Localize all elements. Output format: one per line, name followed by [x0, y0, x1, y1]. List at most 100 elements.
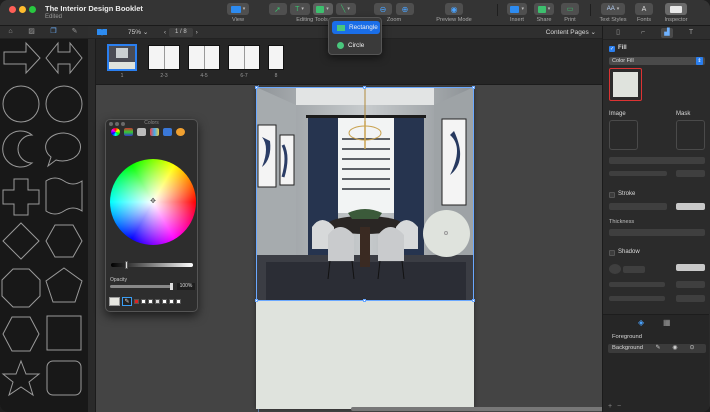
shape-tool-button[interactable]: ▾ [312, 3, 333, 15]
mask-well[interactable] [676, 120, 705, 150]
preview-mode-button[interactable]: ◉ [445, 3, 463, 15]
current-color-swatch[interactable] [109, 297, 120, 306]
swatch-red[interactable] [134, 299, 139, 304]
print-button[interactable]: ▭ [561, 3, 579, 15]
thickness-slider[interactable] [609, 229, 705, 236]
swatch-white[interactable] [162, 299, 167, 304]
grid-tab-icon[interactable]: ▦ [663, 319, 671, 327]
remove-layer-icon[interactable]: − [617, 403, 621, 410]
swatch-light-gray[interactable] [155, 299, 160, 304]
content-pages-dropdown[interactable]: Content Pages ⌄ [546, 28, 596, 36]
shape-center-handle[interactable] [444, 231, 448, 235]
style-inspector-icon[interactable]: ▟ [661, 28, 673, 38]
layout-inspector-icon[interactable]: ⌐ [637, 28, 649, 38]
shape-square[interactable] [46, 315, 82, 351]
pencils-tab-icon[interactable] [163, 128, 172, 136]
lock-icon[interactable]: ⊙ [689, 345, 695, 351]
fill-checkbox[interactable]: ✓ [609, 46, 615, 52]
previous-page-icon[interactable]: ‹ [164, 30, 166, 36]
color-sliders-tab-icon[interactable] [124, 128, 133, 136]
eye-icon[interactable]: ◉ [672, 345, 678, 351]
insert-button[interactable]: ▾ [507, 3, 527, 15]
stroke-color-well[interactable] [676, 203, 705, 210]
horizontal-scrollbar[interactable] [351, 407, 616, 411]
text-tool-button[interactable]: T ▾ [289, 3, 310, 15]
brightness-slider[interactable] [111, 261, 193, 269]
text-inspector-icon[interactable]: T [685, 28, 697, 38]
share-button[interactable]: ▾ [534, 3, 554, 15]
inspector-control[interactable]: Inspector [661, 3, 691, 23]
shadow-blur-slider[interactable] [609, 282, 665, 287]
layer-background[interactable]: Background ✎ ◉ ⊙ [608, 344, 706, 353]
select-tool-button[interactable]: ➚ [268, 3, 287, 15]
tab-home[interactable]: ⌂ [6, 28, 15, 36]
color-palettes-tab-icon[interactable] [137, 128, 146, 136]
swatch-white[interactable] [148, 299, 153, 304]
shape-octagon[interactable] [1, 268, 41, 308]
page-thumbnail-2-3[interactable] [148, 45, 180, 70]
shape-rounded-square[interactable] [46, 360, 82, 396]
brightness-slider-knob[interactable] [125, 261, 128, 269]
color-wheel-pointer-icon[interactable]: ✥ [150, 198, 156, 205]
preview-mode-control[interactable]: ◉ Preview Mode [434, 3, 474, 23]
inspector-button[interactable] [665, 3, 687, 15]
share-control[interactable]: ▾ Share [532, 3, 556, 23]
document-inspector-icon[interactable]: ▯ [612, 28, 624, 38]
shadow-offset-field[interactable] [676, 295, 705, 302]
tab-shapes[interactable]: ❐ [49, 28, 58, 36]
stroke-checkbox[interactable] [609, 192, 615, 198]
shape-speech-bubble[interactable] [45, 132, 82, 168]
window-zoom-button[interactable] [29, 6, 36, 13]
zoom-out-button[interactable]: ⊖ [374, 3, 392, 15]
shape-arrow-right[interactable] [3, 41, 41, 75]
fill-color-well[interactable] [609, 68, 642, 101]
image-opacity-slider[interactable] [609, 171, 667, 176]
view-control[interactable]: ▾ View [225, 3, 251, 23]
stroke-style-dropdown[interactable] [609, 203, 667, 210]
book-icon[interactable] [96, 28, 108, 37]
shadow-blur-field[interactable] [676, 281, 705, 288]
shape-menu-item-circle[interactable]: Circle [332, 39, 380, 52]
image-palettes-tab-icon[interactable] [150, 128, 159, 136]
swatch-white[interactable] [176, 299, 181, 304]
swatch-white[interactable] [169, 299, 174, 304]
text-styles-button[interactable]: AA ▾ [601, 3, 625, 15]
shape-hexagon-flat[interactable] [2, 316, 40, 352]
page-thumbnail-4-5[interactable] [188, 45, 220, 70]
print-control[interactable]: ▭ Print [559, 3, 581, 23]
image-opacity-field[interactable] [676, 170, 705, 177]
add-layer-icon[interactable]: + [608, 403, 612, 410]
fonts-control[interactable]: A Fonts [633, 3, 655, 23]
tab-favorites[interactable]: ✎ [70, 28, 79, 36]
shadow-checkbox[interactable] [609, 250, 615, 256]
tab-images[interactable]: ▨ [27, 28, 36, 36]
zoom-dropdown[interactable]: 75% ⌄ [128, 28, 148, 36]
layers-tab-icon[interactable]: ◈ [638, 319, 646, 327]
shape-arrow-double[interactable] [45, 41, 83, 75]
shadow-offset-slider[interactable] [609, 296, 665, 301]
line-tool-button[interactable]: ╲ ▾ [335, 3, 356, 15]
crayons-tab-icon[interactable] [176, 128, 185, 136]
page-thumbnail-1[interactable] [108, 45, 136, 70]
window-close-button[interactable] [9, 6, 16, 13]
shape-crescent[interactable] [2, 130, 34, 168]
pencil-icon[interactable]: ✎ [655, 345, 661, 351]
page-thumbnail-6-7[interactable] [228, 45, 260, 70]
fill-type-dropdown[interactable]: Color Fill ⇕ [609, 57, 705, 65]
page-thumbnail-8[interactable] [268, 45, 284, 70]
shape-circle[interactable] [2, 85, 40, 123]
shadow-angle-field[interactable] [623, 266, 645, 273]
next-page-icon[interactable]: › [196, 30, 198, 36]
text-styles-control[interactable]: AA ▾ Text Styles [598, 3, 628, 23]
color-wheel-tab-icon[interactable] [111, 128, 120, 136]
shape-pentagon[interactable] [45, 267, 83, 303]
window-minimize-button[interactable] [19, 6, 26, 13]
image-well[interactable] [609, 120, 638, 150]
opacity-value-field[interactable]: 100% [177, 283, 195, 290]
circle-shape[interactable] [423, 210, 470, 257]
shape-circle-alt[interactable] [45, 85, 83, 123]
opacity-slider-knob[interactable] [170, 283, 173, 290]
shape-diamond[interactable] [2, 222, 40, 260]
insert-control[interactable]: ▾ Insert [505, 3, 529, 23]
opacity-slider[interactable] [110, 283, 173, 290]
